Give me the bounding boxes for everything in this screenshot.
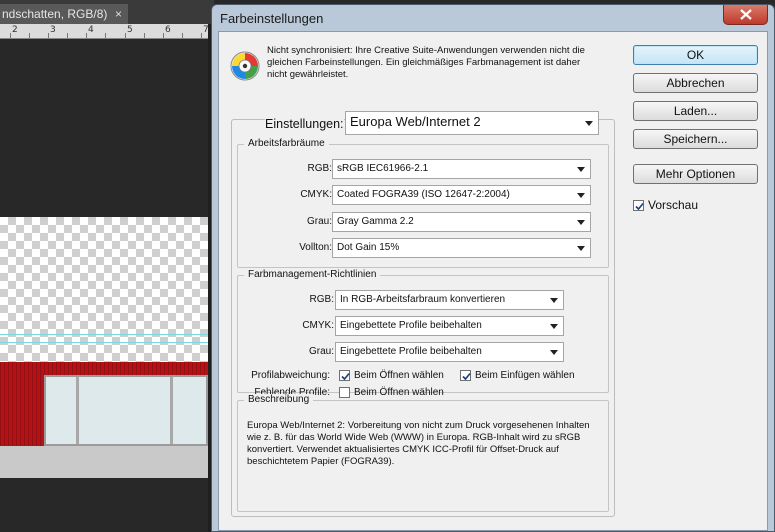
description-text: Europa Web/Internet 2: Vorbereitung von … (247, 420, 590, 467)
guide-line (0, 342, 208, 343)
workspace-cmyk-label: CMYK: (300, 189, 332, 200)
chevron-down-icon (577, 246, 585, 251)
color-management-policies-group: Farbmanagement-Richtlinien RGB: In RGB-A… (237, 269, 609, 398)
close-icon (740, 9, 752, 20)
ok-button[interactable]: OK (633, 45, 758, 65)
policy-rgb-label: RGB: (309, 294, 334, 305)
checkmark-icon (341, 372, 350, 381)
ruler-label: 6 (165, 25, 171, 35)
close-tab-icon[interactable]: × (115, 4, 122, 24)
policy-cmyk-value: Eingebettete Profile beibehalten (340, 320, 482, 331)
missing-open-checkbox[interactable] (339, 387, 350, 398)
policy-rgb-select[interactable]: In RGB-Arbeitsfarbraum konvertieren (335, 290, 564, 310)
transparent-canvas (0, 217, 208, 362)
workspace-rgb-select[interactable]: sRGB IEC61966-2.1 (332, 159, 591, 179)
description-group: Beschreibung Europa Web/Internet 2: Vorb… (237, 394, 609, 512)
description-title: Beschreibung (244, 394, 314, 405)
color-wheel-icon (230, 51, 260, 81)
shop-window (44, 375, 208, 446)
color-settings-dialog: Farbeinstellungen Nicht synchronisiert: … (211, 4, 775, 532)
chevron-down-icon (550, 298, 558, 303)
dialog-titlebar[interactable]: Farbeinstellungen (212, 5, 774, 31)
missing-open-label[interactable]: Beim Öffnen wählen (354, 387, 444, 398)
policy-cmyk-select[interactable]: Eingebettete Profile beibehalten (335, 316, 564, 336)
close-button[interactable] (723, 5, 768, 25)
dialog-client: Nicht synchronisiert: Ihre Creative Suit… (218, 31, 768, 531)
workspace-cmyk-value: Coated FOGRA39 (ISO 12647-2:2004) (337, 189, 510, 200)
pasteboard (0, 39, 214, 217)
mismatch-paste-label[interactable]: Beim Einfügen wählen (475, 370, 575, 381)
document-tab-label: ndschatten, RGB/8) (2, 7, 108, 21)
workspace-gray-value: Gray Gamma 2.2 (337, 216, 414, 227)
document-tab[interactable]: ndschatten, RGB/8) × (0, 4, 128, 24)
dialog-title: Farbeinstellungen (220, 11, 324, 26)
workspace-spot-label: Vollton: (299, 242, 332, 253)
sidewalk (0, 446, 208, 478)
chevron-down-icon (577, 193, 585, 198)
policy-gray-select[interactable]: Eingebettete Profile beibehalten (335, 342, 564, 362)
ruler-label: 2 (12, 25, 18, 35)
preview-checkbox[interactable] (633, 200, 644, 211)
profile-mismatch-label: Profilabweichung: (251, 370, 330, 381)
workspace-spot-value: Dot Gain 15% (337, 242, 400, 253)
more-options-button[interactable]: Mehr Optionen (633, 164, 758, 184)
chevron-down-icon (577, 167, 585, 172)
workspace-rgb-value: sRGB IEC61966-2.1 (337, 163, 429, 174)
mismatch-open-label[interactable]: Beim Öffnen wählen (354, 370, 444, 381)
policy-gray-value: Eingebettete Profile beibehalten (340, 346, 482, 357)
policy-rgb-value: In RGB-Arbeitsfarbraum konvertieren (340, 294, 506, 305)
chevron-down-icon (550, 324, 558, 329)
checkmark-icon (635, 202, 644, 211)
cancel-button[interactable]: Abbrechen (633, 73, 758, 93)
settings-select[interactable]: Europa Web/Internet 2 (345, 111, 599, 135)
document-tab-bar: ndschatten, RGB/8) × (0, 0, 214, 24)
workspace-cmyk-select[interactable]: Coated FOGRA39 (ISO 12647-2:2004) (332, 185, 591, 205)
horizontal-ruler: 2 3 4 5 6 7 (0, 24, 214, 39)
settings-frame: Einstellungen: Europa Web/Internet 2 Arb… (231, 111, 615, 517)
mismatch-paste-checkbox[interactable] (460, 370, 471, 381)
workspace-gray-select[interactable]: Gray Gamma 2.2 (332, 212, 591, 232)
checkmark-icon (462, 372, 471, 381)
ruler-label: 4 (88, 25, 94, 35)
chevron-down-icon (550, 350, 558, 355)
ruler-label: 3 (50, 25, 56, 35)
chevron-down-icon (577, 220, 585, 225)
workspace-spot-select[interactable]: Dot Gain 15% (332, 238, 591, 258)
policies-title: Farbmanagement-Richtlinien (244, 269, 381, 280)
workspace-rgb-label: RGB: (307, 163, 332, 174)
sync-warning-text: Nicht synchronisiert: Ihre Creative Suit… (267, 45, 585, 80)
save-button[interactable]: Speichern... (633, 129, 758, 149)
pasteboard-bottom (0, 478, 208, 532)
working-spaces-group: Arbeitsfarbräume RGB: sRGB IEC61966-2.1 … (237, 138, 609, 268)
policy-cmyk-label: CMYK: (302, 320, 334, 331)
policy-gray-label: Grau: (308, 346, 334, 357)
workspace-gray-label: Grau: (306, 216, 332, 227)
ruler-label: 5 (127, 25, 133, 35)
chevron-down-icon (585, 121, 593, 126)
working-spaces-title: Arbeitsfarbräume (244, 138, 329, 149)
mismatch-open-checkbox[interactable] (339, 370, 350, 381)
preview-label[interactable]: Vorschau (648, 198, 698, 212)
load-button[interactable]: Laden... (633, 101, 758, 121)
settings-select-value: Europa Web/Internet 2 (350, 114, 481, 129)
settings-label: Einstellungen: (265, 112, 344, 136)
guide-line (0, 334, 208, 335)
